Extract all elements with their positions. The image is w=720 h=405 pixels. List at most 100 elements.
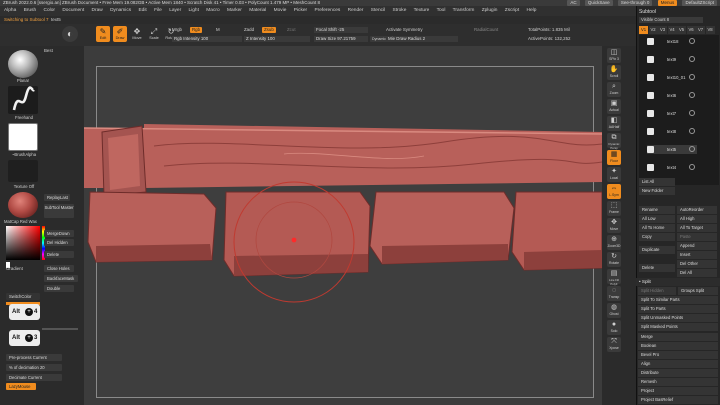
transp-button[interactable]: ◌ Transp: [607, 286, 621, 301]
all-low-button[interactable]: All Low: [639, 215, 675, 223]
ghost-button[interactable]: ◍ Ghost: [607, 303, 621, 318]
rename-button[interactable]: Rename: [639, 206, 675, 214]
menu-macro[interactable]: Macro: [206, 8, 219, 13]
menu-preferences[interactable]: Preferences: [314, 8, 340, 13]
rotate-view-button[interactable]: ↻ Rotate: [607, 252, 621, 267]
move-button[interactable]: ✥ Move: [130, 26, 144, 42]
menu-tool[interactable]: Tool: [437, 8, 446, 13]
polyf-button[interactable]: ▤ Line Fill PolyF: [607, 269, 621, 286]
auto-reorder-button[interactable]: AutoReorder: [677, 206, 717, 214]
solo-button[interactable]: ● Solo: [607, 320, 621, 335]
color-picker-square[interactable]: [6, 226, 40, 260]
tab-v6[interactable]: V6: [686, 26, 696, 34]
menu-color[interactable]: Color: [44, 8, 55, 13]
spix-button[interactable]: ◫ SPix 3: [607, 48, 621, 63]
tab-v3[interactable]: V3: [658, 26, 667, 34]
document-canvas[interactable]: [84, 46, 602, 405]
split-to-similar-parts-button[interactable]: Split To Similar Parts: [638, 296, 718, 304]
texture-thumbnail-icon[interactable]: [8, 160, 38, 182]
visibility-eye-icon[interactable]: [689, 92, 695, 98]
menu-dynamics[interactable]: Dynamics: [110, 8, 131, 13]
mirror-radius-slider[interactable]: Mie Draw Radius 2: [386, 36, 458, 42]
radial-count-button[interactable]: RadialCount: [474, 27, 498, 33]
list-item[interactable]: text6: [647, 91, 697, 100]
new-folder-button[interactable]: New Folder: [639, 187, 675, 195]
del-hidden-button[interactable]: Del Hidden: [44, 239, 74, 246]
all-to-home-button[interactable]: All To Home: [639, 224, 675, 232]
project-section[interactable]: Project: [638, 387, 718, 395]
list-item[interactable]: text7: [647, 109, 697, 118]
focal-shift-slider[interactable]: Focal Shift -25: [314, 27, 368, 33]
all-to-target-button[interactable]: All To Target: [677, 224, 717, 232]
menu-light[interactable]: Light: [189, 8, 199, 13]
rgb-intensity-slider[interactable]: Rgb Intensity 100: [172, 36, 242, 42]
draw-size-slider[interactable]: Draw Size 97.21759: [314, 36, 368, 42]
tab-v8[interactable]: V8: [705, 26, 715, 34]
list-all-button[interactable]: List All: [639, 178, 675, 186]
distribute-section[interactable]: Distribute: [638, 369, 718, 377]
tab-v5[interactable]: V5: [677, 26, 686, 34]
del-all-button[interactable]: Del All: [677, 269, 717, 277]
draw-button[interactable]: ✐ Draw: [113, 26, 127, 42]
paste-button[interactable]: Paste: [677, 233, 717, 241]
switch-color-button[interactable]: SwitchColor: [6, 293, 40, 300]
split-section-header[interactable]: • Split: [636, 278, 720, 286]
visibility-eye-icon[interactable]: [689, 110, 695, 116]
brush-thumbnail-icon[interactable]: [8, 50, 38, 78]
menu-transform[interactable]: Transform: [453, 8, 475, 13]
remesh-section[interactable]: Remesh: [638, 378, 718, 386]
xpose-button[interactable]: ⤧ Xpose: [607, 337, 621, 352]
visibility-eye-icon[interactable]: [689, 146, 695, 152]
visibility-eye-icon[interactable]: [689, 38, 695, 44]
menu-brush[interactable]: Brush: [24, 8, 37, 13]
bevel-pro-section[interactable]: Bevel Pro: [638, 351, 718, 359]
visibility-eye-icon[interactable]: [689, 128, 695, 134]
decimate-current-button[interactable]: Decimate Current: [6, 374, 62, 381]
zsub-button[interactable]: Zsub: [262, 27, 276, 33]
menu-marker[interactable]: Marker: [227, 8, 242, 13]
close-holes-button[interactable]: Close Holes: [44, 265, 74, 272]
boolean-section[interactable]: Boolean: [638, 342, 718, 350]
menu-help[interactable]: Help: [527, 8, 537, 13]
menu-zscript[interactable]: Zscript: [505, 8, 519, 13]
menu-zplugin[interactable]: Zplugin: [482, 8, 498, 13]
replay-last-button[interactable]: ReplayLast: [44, 194, 70, 201]
menu-stroke[interactable]: Stroke: [393, 8, 407, 13]
align-section[interactable]: Align: [638, 360, 718, 368]
alpha-thumbnail-icon[interactable]: [8, 123, 38, 151]
list-item[interactable]: text18: [647, 37, 697, 46]
actual-button[interactable]: ▣ Actual: [607, 99, 621, 114]
mrgb-button[interactable]: Mrgb: [172, 27, 182, 33]
m-button[interactable]: M: [216, 27, 220, 33]
floor-button[interactable]: ▦ Floor: [607, 150, 621, 165]
merge-down-button[interactable]: MergeDown: [44, 230, 74, 237]
tab-v7[interactable]: V7: [696, 26, 705, 34]
project-basrelief-section[interactable]: Project BasRelief: [638, 396, 718, 404]
visible-count-slider[interactable]: Visible Count 8: [639, 17, 703, 23]
activate-symmetry-button[interactable]: Activate Symmetry: [386, 27, 423, 33]
menu-layer[interactable]: Layer: [169, 8, 181, 13]
visibility-eye-icon[interactable]: [689, 56, 695, 62]
menu-document[interactable]: Document: [62, 8, 84, 13]
split-hidden-button[interactable]: Split Hidden: [638, 287, 676, 295]
double-button[interactable]: Double: [44, 285, 74, 292]
subtool-master-button[interactable]: SubTool Master: [44, 204, 74, 218]
menu-texture[interactable]: Texture: [414, 8, 430, 13]
zcut-button[interactable]: Zcut: [287, 27, 296, 33]
menu-edit[interactable]: Edit: [138, 8, 146, 13]
duplicate-button[interactable]: Duplicate: [639, 246, 675, 254]
del-other-button[interactable]: Del Other: [677, 260, 717, 268]
scroll-button[interactable]: ✋ Scroll: [607, 65, 621, 80]
merge-section[interactable]: Merge: [638, 333, 718, 341]
split-unmasked-points-button[interactable]: Split Unmasked Points: [638, 314, 718, 322]
visibility-eye-icon[interactable]: [689, 164, 695, 170]
menu-movie[interactable]: Movie: [274, 8, 287, 13]
menu-file[interactable]: File: [154, 8, 162, 13]
delete-subtool-button[interactable]: Delete: [639, 264, 675, 272]
menu-picker[interactable]: Picker: [294, 8, 307, 13]
groups-split-button[interactable]: Groups Split: [678, 287, 718, 295]
frame-button[interactable]: ⬚ Frame: [607, 201, 621, 216]
list-item[interactable]: text10_01: [647, 73, 697, 82]
backface-mask-button[interactable]: BackfaceMask: [44, 275, 78, 282]
slider-track[interactable]: [42, 328, 78, 330]
